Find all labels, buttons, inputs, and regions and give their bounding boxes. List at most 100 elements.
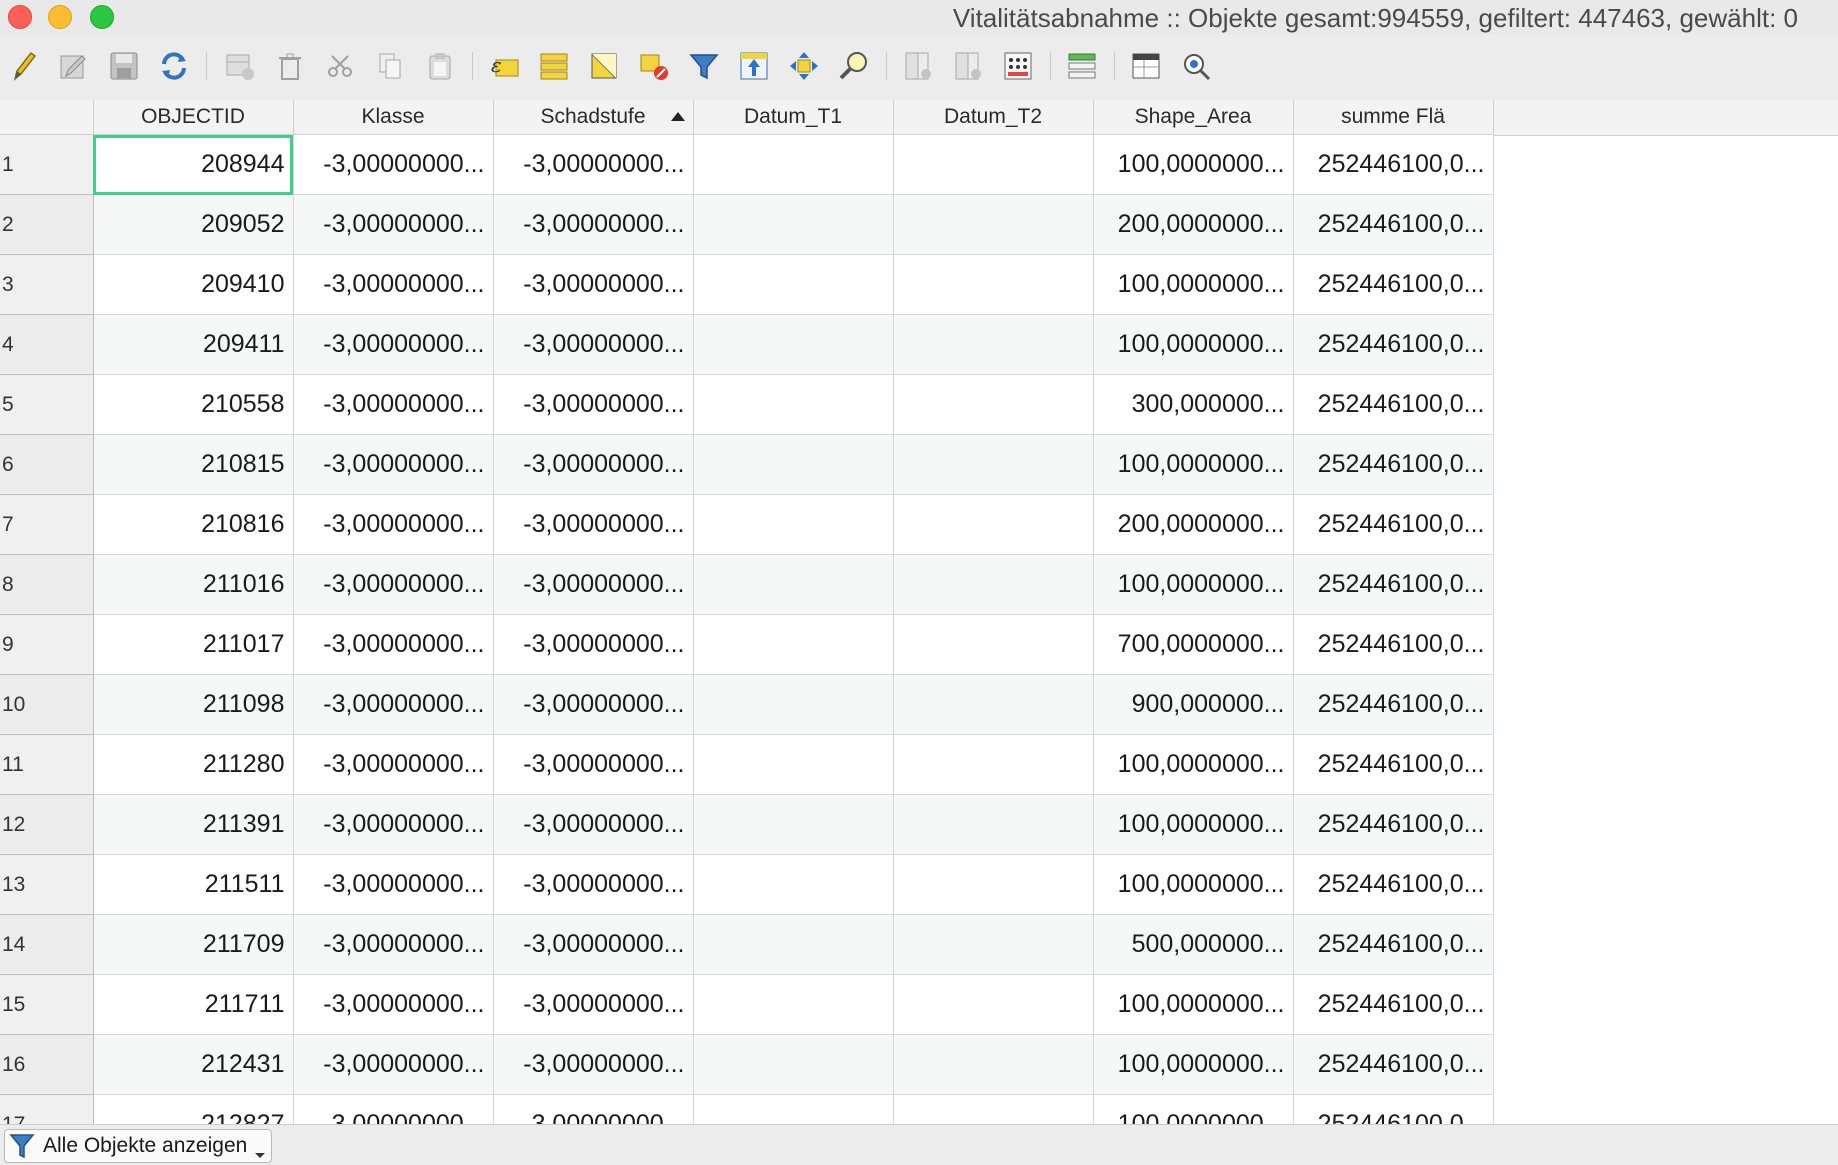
cell-datum-t2[interactable] <box>893 314 1094 375</box>
table-row[interactable]: 13 211511 -3,00000000... -3,00000000... 100,… <box>0 854 1494 915</box>
row-header[interactable]: 1 <box>0 134 94 195</box>
table-row[interactable]: 5 210558 -3,00000000... -3,00000000... 300,0… <box>0 374 1494 435</box>
cell-datum-t2[interactable] <box>893 794 1094 855</box>
row-header[interactable]: 6 <box>0 434 94 495</box>
cell-summe-flae[interactable]: 252446100,0... <box>1293 374 1494 435</box>
table-row[interactable]: 15 211711 -3,00000000... -3,00000000... 100,… <box>0 974 1494 1035</box>
cell-schadstufe[interactable]: -3,00000000... <box>493 314 694 375</box>
cell-datum-t2[interactable] <box>893 974 1094 1035</box>
cell-datum-t2[interactable] <box>893 614 1094 675</box>
table-row[interactable]: 14 211709 -3,00000000... -3,00000000... 500,… <box>0 914 1494 975</box>
table-row[interactable]: 16 212431 -3,00000000... -3,00000000... 100,… <box>0 1034 1494 1095</box>
column-header-datum-t1[interactable]: Datum_T1 <box>693 100 894 135</box>
cell-shape-area[interactable]: 900,000000... <box>1093 674 1294 735</box>
cell-objectid[interactable]: 211016 <box>93 554 294 615</box>
cell-schadstufe[interactable]: -3,00000000... <box>493 194 694 255</box>
cell-objectid[interactable]: 211511 <box>93 854 294 915</box>
cell-datum-t1[interactable] <box>693 494 894 555</box>
cell-summe-flae[interactable]: 252446100,0... <box>1293 494 1494 555</box>
cell-datum-t1[interactable] <box>693 1034 894 1095</box>
cell-klasse[interactable]: -3,00000000... <box>293 734 494 795</box>
cell-klasse[interactable]: -3,00000000... <box>293 494 494 555</box>
cell-datum-t1[interactable] <box>693 854 894 915</box>
cell-schadstufe[interactable]: -3,00000000... <box>493 554 694 615</box>
cell-datum-t1[interactable] <box>693 434 894 495</box>
cell-datum-t2[interactable] <box>893 854 1094 915</box>
cell-objectid[interactable]: 211709 <box>93 914 294 975</box>
row-header[interactable]: 14 <box>0 914 94 975</box>
cell-shape-area[interactable]: 200,0000000... <box>1093 494 1294 555</box>
cell-klasse[interactable]: -3,00000000... <box>293 974 494 1035</box>
cell-klasse[interactable]: -3,00000000... <box>293 1094 494 1124</box>
reload-icon[interactable] <box>156 48 192 84</box>
cell-klasse[interactable]: -3,00000000... <box>293 194 494 255</box>
cell-shape-area[interactable]: 200,0000000... <box>1093 194 1294 255</box>
cell-datum-t2[interactable] <box>893 434 1094 495</box>
row-header[interactable]: 8 <box>0 554 94 615</box>
close-window-button[interactable] <box>8 5 32 29</box>
cell-datum-t1[interactable] <box>693 734 894 795</box>
cell-datum-t1[interactable] <box>693 794 894 855</box>
row-header[interactable]: 4 <box>0 314 94 375</box>
cell-datum-t1[interactable] <box>693 554 894 615</box>
table-row[interactable]: 10 211098 -3,00000000... -3,00000000... 900,… <box>0 674 1494 735</box>
cell-summe-flae[interactable]: 252446100,0... <box>1293 1094 1494 1124</box>
cell-shape-area[interactable]: 100,0000000... <box>1093 854 1294 915</box>
actions-icon[interactable] <box>1178 48 1214 84</box>
cell-datum-t1[interactable] <box>693 1094 894 1124</box>
cell-shape-area[interactable]: 100,0000000... <box>1093 314 1294 375</box>
cell-klasse[interactable]: -3,00000000... <box>293 434 494 495</box>
cell-shape-area[interactable]: 100,0000000... <box>1093 134 1294 195</box>
row-header[interactable]: 10 <box>0 674 94 735</box>
cell-schadstufe[interactable]: -3,00000000... <box>493 614 694 675</box>
edit-multiple-icon[interactable] <box>56 48 92 84</box>
cell-klasse[interactable]: -3,00000000... <box>293 674 494 735</box>
row-header[interactable]: 7 <box>0 494 94 555</box>
cell-schadstufe[interactable]: -3,00000000... <box>493 974 694 1035</box>
row-header[interactable]: 12 <box>0 794 94 855</box>
table-row[interactable]: 8 211016 -3,00000000... -3,00000000... 100,0… <box>0 554 1494 615</box>
cell-summe-flae[interactable]: 252446100,0... <box>1293 134 1494 195</box>
table-row[interactable]: 3 209410 -3,00000000... -3,00000000... 100,0… <box>0 254 1494 315</box>
column-header-summe-flae[interactable]: summe Flä <box>1293 100 1494 135</box>
cell-schadstufe[interactable]: -3,00000000... <box>493 134 694 195</box>
cell-shape-area[interactable]: 100,0000000... <box>1093 254 1294 315</box>
cell-shape-area[interactable]: 300,000000... <box>1093 374 1294 435</box>
cell-objectid[interactable]: 211391 <box>93 794 294 855</box>
cell-schadstufe[interactable]: -3,00000000... <box>493 494 694 555</box>
cell-summe-flae[interactable]: 252446100,0... <box>1293 674 1494 735</box>
cell-datum-t1[interactable] <box>693 194 894 255</box>
attribute-table[interactable]: OBJECTID Klasse Schadstufe Datum_T1 Datu… <box>0 100 1838 1124</box>
cell-datum-t1[interactable] <box>693 374 894 435</box>
table-row[interactable]: 17 212827 -3,00000000... -3,00000000... 100,… <box>0 1094 1494 1124</box>
table-row[interactable]: 6 210815 -3,00000000... -3,00000000... 100,0… <box>0 434 1494 495</box>
cell-datum-t1[interactable] <box>693 314 894 375</box>
cell-summe-flae[interactable]: 252446100,0... <box>1293 554 1494 615</box>
table-corner[interactable] <box>0 100 94 135</box>
copy-icon[interactable] <box>372 48 408 84</box>
cell-schadstufe[interactable]: -3,00000000... <box>493 794 694 855</box>
table-row[interactable]: 2 209052 -3,00000000... -3,00000000... 200,0… <box>0 194 1494 255</box>
cell-summe-flae[interactable]: 252446100,0... <box>1293 314 1494 375</box>
column-header-shape-area[interactable]: Shape_Area <box>1093 100 1294 135</box>
row-header[interactable]: 16 <box>0 1034 94 1095</box>
cell-shape-area[interactable]: 100,0000000... <box>1093 434 1294 495</box>
zoom-to-selected-icon[interactable] <box>836 48 872 84</box>
row-header[interactable]: 13 <box>0 854 94 915</box>
cell-objectid[interactable]: 209411 <box>93 314 294 375</box>
column-header-klasse[interactable]: Klasse <box>293 100 494 135</box>
table-row[interactable]: 4 209411 -3,00000000... -3,00000000... 100,0… <box>0 314 1494 375</box>
cell-summe-flae[interactable]: 252446100,0... <box>1293 734 1494 795</box>
cell-schadstufe[interactable]: -3,00000000... <box>493 734 694 795</box>
cell-klasse[interactable]: -3,00000000... <box>293 614 494 675</box>
cell-objectid[interactable]: 211098 <box>93 674 294 735</box>
cell-objectid[interactable]: 210816 <box>93 494 294 555</box>
cell-shape-area[interactable]: 700,0000000... <box>1093 614 1294 675</box>
cell-datum-t2[interactable] <box>893 374 1094 435</box>
cell-schadstufe[interactable]: -3,00000000... <box>493 374 694 435</box>
cell-shape-area[interactable]: 100,0000000... <box>1093 734 1294 795</box>
column-header-schadstufe[interactable]: Schadstufe <box>493 100 694 135</box>
paste-icon[interactable] <box>422 48 458 84</box>
cell-shape-area[interactable]: 100,0000000... <box>1093 1094 1294 1124</box>
cell-shape-area[interactable]: 500,000000... <box>1093 914 1294 975</box>
